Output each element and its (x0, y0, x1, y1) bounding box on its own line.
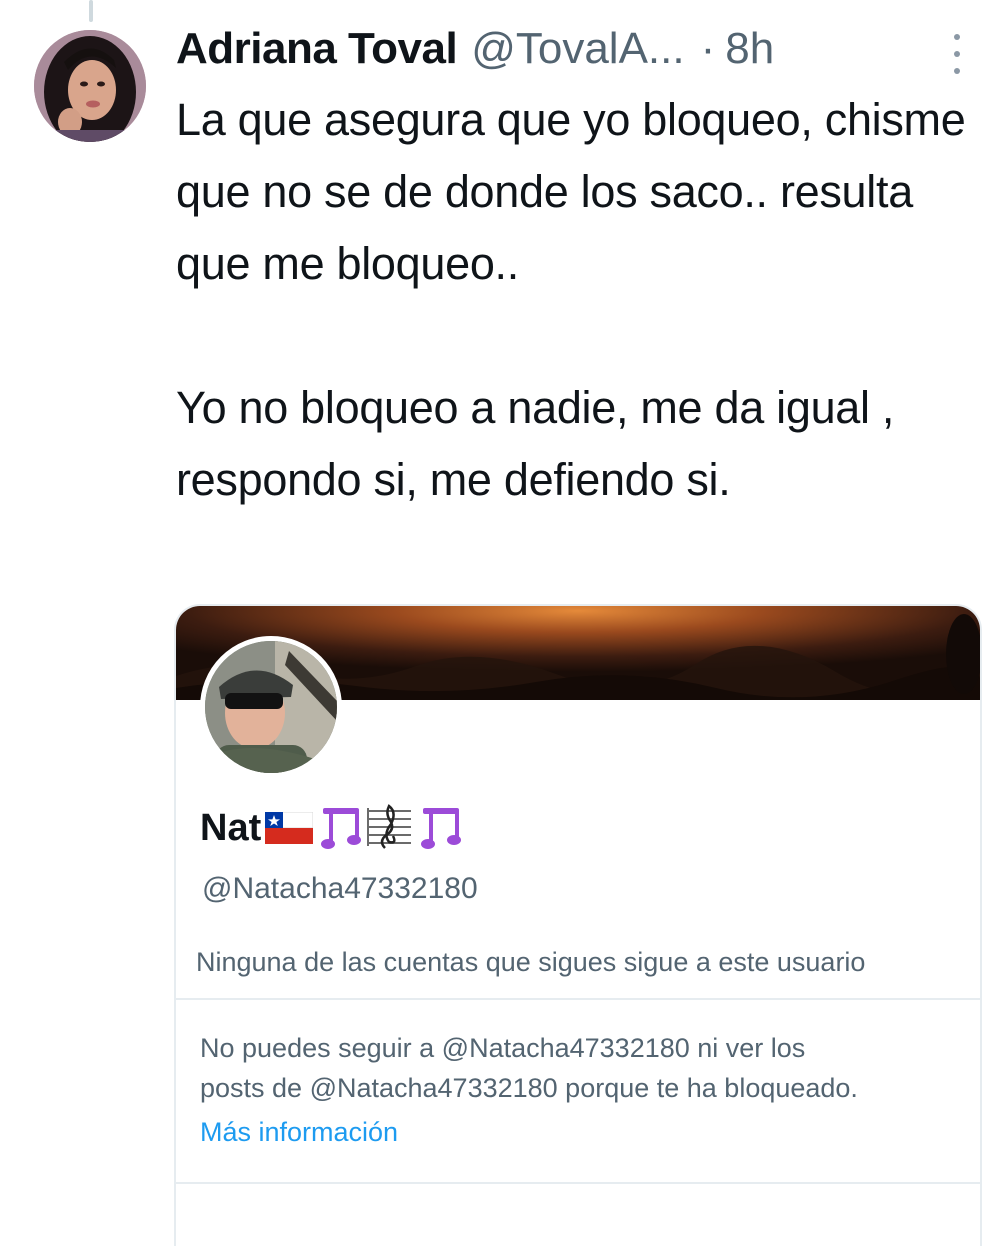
display-name-text: Nat (200, 806, 262, 849)
music-notes-icon (321, 808, 362, 849)
more-vertical-icon[interactable] (942, 34, 972, 74)
card-divider-bottom (176, 1182, 980, 1184)
thread-connector-line (89, 0, 93, 22)
blocked-notice-line-2: posts de @Natacha47332180 porque te ha b… (200, 1073, 858, 1103)
card-divider (176, 998, 980, 1000)
author-handle[interactable]: @TovalA... (471, 18, 684, 80)
tweet-paragraph-2: Yo no bloqueo a nadie, me da igual , res… (176, 382, 895, 505)
author-name[interactable]: Adriana Toval (176, 18, 458, 80)
separator-dot: · (700, 24, 716, 73)
tweet-header: Adriana Toval @TovalA... · 8h (176, 18, 976, 80)
tweet-timestamp[interactable]: 8h (725, 18, 774, 80)
more-info-link[interactable]: Más información (200, 1112, 398, 1152)
chile-flag-icon (265, 812, 314, 844)
profile-avatar[interactable] (200, 636, 342, 778)
tweet-paragraph-1: La que asegura que yo bloqueo, chisme qu… (176, 94, 966, 289)
profile-card[interactable]: Nat @Natacha47332180 Ninguna de las cuen… (174, 604, 982, 1246)
musical-score-icon (367, 804, 412, 849)
followers-note: Ninguna de las cuentas que sigues sigue … (196, 947, 866, 977)
author-avatar[interactable] (34, 30, 146, 142)
profile-display-name[interactable]: Nat (200, 802, 471, 854)
profile-avatar-image (205, 641, 337, 773)
blocked-notice-line-1: No puedes seguir a @Natacha47332180 ni v… (200, 1033, 806, 1063)
blocked-notice: No puedes seguir a @Natacha47332180 ni v… (200, 1028, 960, 1108)
author-avatar-image (34, 30, 146, 142)
music-emojis (319, 802, 471, 854)
tweet-text: La que asegura que yo bloqueo, chisme qu… (176, 84, 976, 516)
profile-handle[interactable]: @Natacha47332180 (202, 872, 478, 906)
